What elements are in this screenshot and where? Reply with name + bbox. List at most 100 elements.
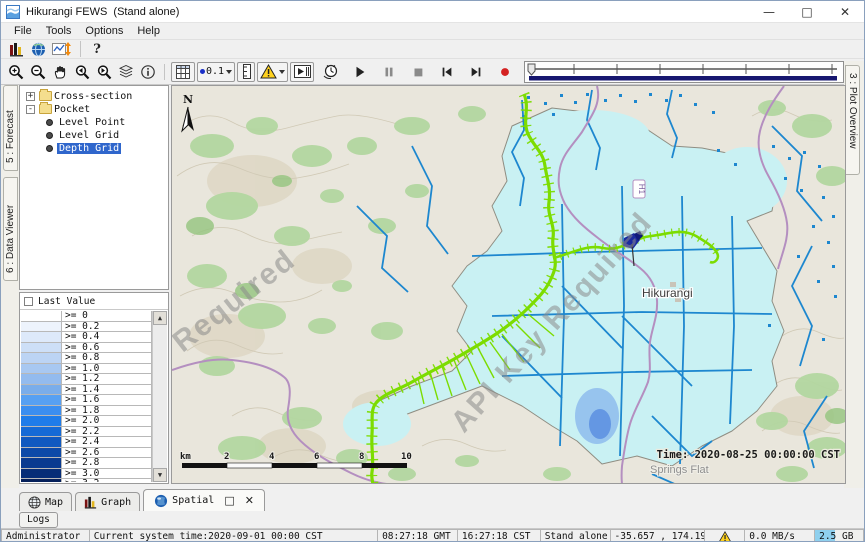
question-icon: ?: [93, 42, 101, 57]
tab-forecast[interactable]: 5 : Forecast: [3, 85, 18, 171]
spatial-map[interactable]: H1: [171, 85, 846, 484]
tree-item-pocket[interactable]: - Pocket: [26, 103, 168, 115]
time-slider[interactable]: [524, 61, 844, 83]
legend-swatch: [21, 479, 61, 482]
tab-graph[interactable]: Graph: [75, 492, 140, 511]
svg-text:N: N: [183, 93, 193, 106]
timeseries-button[interactable]: [49, 39, 75, 59]
tab-map[interactable]: Map: [19, 492, 72, 511]
slider-handle[interactable]: [528, 64, 535, 75]
record-button[interactable]: [494, 62, 516, 82]
tab-plot-overview[interactable]: 3 : Plot Overview: [845, 65, 860, 175]
animation-player-button[interactable]: [290, 62, 314, 82]
layers-button[interactable]: [115, 62, 137, 82]
time-range-bar: [529, 76, 837, 81]
tree-label: Level Grid: [57, 130, 121, 141]
bar-chart-icon: [84, 496, 97, 509]
legend-row[interactable]: >= 3.2: [21, 479, 152, 482]
map-time-label: Time: 2020-08-25 00:00:00 CST: [657, 449, 840, 461]
play-button[interactable]: [349, 62, 371, 82]
bullet-icon: [46, 132, 53, 139]
zoom-previous-button[interactable]: [71, 62, 93, 82]
globe-wireframe-icon: [28, 496, 41, 509]
chevron-down-icon: [226, 70, 232, 74]
tab-spatial-active[interactable]: Spatial □ ✕: [143, 489, 265, 511]
tab-close-icon[interactable]: ✕: [245, 494, 254, 507]
legend-row[interactable]: >= 2.4: [21, 437, 152, 448]
info-button[interactable]: [137, 62, 159, 82]
last-value-checkbox[interactable]: [24, 297, 33, 306]
bar-chart-icon: [9, 42, 24, 57]
globe-icon: [154, 494, 168, 508]
menu-item-options[interactable]: Options: [78, 24, 130, 38]
skip-start-icon: [440, 65, 454, 79]
tab-maximize-icon[interactable]: □: [224, 494, 234, 507]
map-toolbar: 0.1: [1, 59, 864, 85]
status-user: Administrator: [1, 529, 89, 542]
legend-swatch: [21, 343, 61, 354]
tree-item-depth-grid[interactable]: Depth Grid: [46, 142, 168, 154]
timer-clock-icon: [322, 63, 339, 80]
scale-tick: 8: [359, 452, 364, 462]
folder-icon: [39, 104, 52, 114]
help-button[interactable]: ?: [86, 39, 108, 59]
minimize-button[interactable]: —: [750, 1, 788, 23]
status-warning[interactable]: [704, 529, 744, 542]
step-forward-button[interactable]: [465, 62, 487, 82]
menu-item-file[interactable]: File: [7, 24, 39, 38]
legend-row[interactable]: >= 2.8: [21, 458, 152, 469]
legend-row[interactable]: >= 0: [21, 311, 152, 322]
legend-scrollbar[interactable]: ▲ ▼: [152, 311, 167, 482]
legend-panel: Last Value >= 0 >= 0.2 >= 0.4 >= 0.6 >= …: [19, 292, 169, 484]
reports-button[interactable]: [5, 39, 27, 59]
pan-button[interactable]: [49, 62, 71, 82]
logs-button[interactable]: Logs: [19, 512, 58, 528]
expand-icon[interactable]: +: [26, 92, 35, 101]
tree-item-level-point[interactable]: Level Point: [46, 116, 168, 128]
folder-icon: [39, 91, 52, 101]
scroll-up-icon[interactable]: ▲: [153, 311, 167, 325]
zoom-in-icon: [8, 64, 24, 80]
pause-button[interactable]: [378, 62, 400, 82]
status-coordinates: -35.657 , 174.199: [610, 529, 705, 542]
tree-item-level-grid[interactable]: Level Grid: [46, 129, 168, 141]
view-tabs: Map Graph Spatial □ ✕: [19, 488, 265, 511]
tab-data-viewer[interactable]: 6 : Data Viewer: [3, 177, 18, 281]
bullet-icon: [46, 119, 53, 126]
legend-value: >= 1.6: [61, 395, 152, 406]
tree-label-selected: Depth Grid: [57, 143, 121, 154]
tree-label: Cross-section: [52, 91, 134, 102]
status-system-time: Current system time:2020-09-01 00:00 CST: [89, 529, 377, 542]
menu-item-help[interactable]: Help: [130, 24, 167, 38]
legend-row[interactable]: >= 1.6: [21, 395, 152, 406]
grid-display-button[interactable]: [171, 62, 195, 82]
animation-speed-button[interactable]: [319, 62, 341, 82]
warnings-dropdown[interactable]: [257, 62, 288, 82]
scroll-down-icon[interactable]: ▼: [153, 468, 167, 482]
legend-row[interactable]: >= 2.0: [21, 416, 152, 427]
grid-icon: [176, 65, 190, 79]
scale-bar-button[interactable]: [237, 62, 255, 82]
stop-button[interactable]: [407, 62, 429, 82]
zoom-out-button[interactable]: [27, 62, 49, 82]
menu-item-tools[interactable]: Tools: [39, 24, 79, 38]
collapse-icon[interactable]: -: [26, 105, 35, 114]
map-display-button[interactable]: [27, 39, 49, 59]
scale-tick: 4: [269, 452, 275, 462]
status-local-time: 16:27:18 CST: [457, 529, 540, 542]
right-tab-strip: 3 : Plot Overview: [844, 61, 864, 488]
tree-item-cross-section[interactable]: + Cross-section: [26, 90, 168, 102]
legend-row[interactable]: >= 0.4: [21, 332, 152, 343]
status-transfer-rate: 0.0 MB/s: [744, 529, 814, 542]
tab-label: Graph: [101, 497, 131, 508]
legend-row[interactable]: >= 0.8: [21, 353, 152, 364]
contour-interval-dropdown[interactable]: 0.1: [197, 62, 235, 82]
step-back-button[interactable]: [436, 62, 458, 82]
zoom-previous-icon: [74, 64, 90, 80]
maximize-button[interactable]: □: [788, 1, 826, 23]
legend-row[interactable]: >= 1.2: [21, 374, 152, 385]
zoom-next-button[interactable]: [93, 62, 115, 82]
zoom-in-button[interactable]: [5, 62, 27, 82]
tab-label: Map: [45, 497, 63, 508]
close-button[interactable]: ✕: [826, 1, 864, 23]
